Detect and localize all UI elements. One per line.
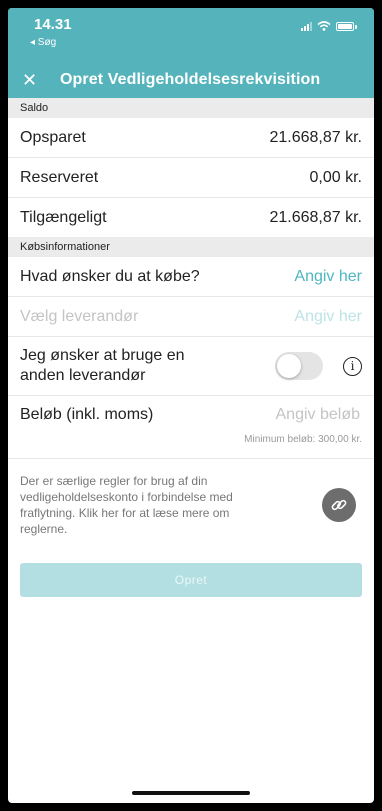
rules-info-text[interactable]: Der er særlige regler for brug af din ve… xyxy=(20,473,275,537)
link-button[interactable] xyxy=(322,488,356,522)
wifi-icon xyxy=(317,21,331,31)
rules-info-block: Der er særlige regler for brug af din ve… xyxy=(8,459,374,537)
section-header-saldo: Saldo xyxy=(8,98,374,118)
row-value: 21.668,87 kr. xyxy=(269,128,362,146)
saldo-row-opsparet: Opsparet 21.668,87 kr. xyxy=(8,118,374,158)
status-time: 14.31 xyxy=(34,16,72,33)
row-value: 21.668,87 kr. xyxy=(269,208,362,226)
choose-supplier-action[interactable]: Angiv her xyxy=(294,308,362,326)
battery-icon xyxy=(336,21,357,31)
what-to-buy-label: Hvad ønsker du at købe? xyxy=(20,267,200,285)
other-supplier-toggle[interactable] xyxy=(275,352,323,380)
row-label: Opsparet xyxy=(20,128,86,146)
submit-button[interactable]: Opret xyxy=(20,563,362,597)
row-label: Tilgængeligt xyxy=(20,208,107,226)
saldo-row-reserveret: Reserveret 0,00 kr. xyxy=(8,158,374,198)
status-icons xyxy=(301,21,357,31)
what-to-buy-row[interactable]: Hvad ønsker du at købe? Angiv her xyxy=(8,257,374,297)
choose-supplier-row[interactable]: Vælg leverandør Angiv her xyxy=(8,297,374,337)
amount-input[interactable] xyxy=(238,405,362,425)
section-header-purchase: Købsinformationer xyxy=(8,237,374,257)
min-amount-note: Minimum beløb: 300,00 kr. xyxy=(244,434,362,445)
back-to-search-link[interactable]: ◂ Søg xyxy=(30,37,56,48)
app-screen: 14.31 ◂ Søg ✕ Opret Vedligeholdelsesrekv… xyxy=(8,8,374,803)
row-value: 0,00 kr. xyxy=(309,168,362,186)
info-icon[interactable]: i xyxy=(343,356,362,376)
what-to-buy-action[interactable]: Angiv her xyxy=(294,268,362,286)
other-supplier-label: Jeg ønsker at bruge en anden leverandør xyxy=(20,347,185,384)
amount-block: Beløb (inkl. moms) Minimum beløb: 300,00… xyxy=(8,396,374,459)
choose-supplier-label: Vælg leverandør xyxy=(20,307,139,325)
amount-label: Beløb (inkl. moms) xyxy=(20,406,154,423)
toggle-knob xyxy=(277,354,301,378)
header-bar: 14.31 ◂ Søg ✕ Opret Vedligeholdelsesrekv… xyxy=(8,8,374,98)
signal-icon xyxy=(301,21,312,31)
link-icon xyxy=(331,499,347,511)
page-title: Opret Vedligeholdelsesrekvisition xyxy=(60,71,321,88)
home-indicator xyxy=(132,791,250,795)
close-button[interactable]: ✕ xyxy=(22,70,50,91)
row-label: Reserveret xyxy=(20,168,99,186)
saldo-row-tilgaengeligt: Tilgængeligt 21.668,87 kr. xyxy=(8,198,374,237)
other-supplier-row: Jeg ønsker at bruge en anden leverandør … xyxy=(8,337,374,396)
